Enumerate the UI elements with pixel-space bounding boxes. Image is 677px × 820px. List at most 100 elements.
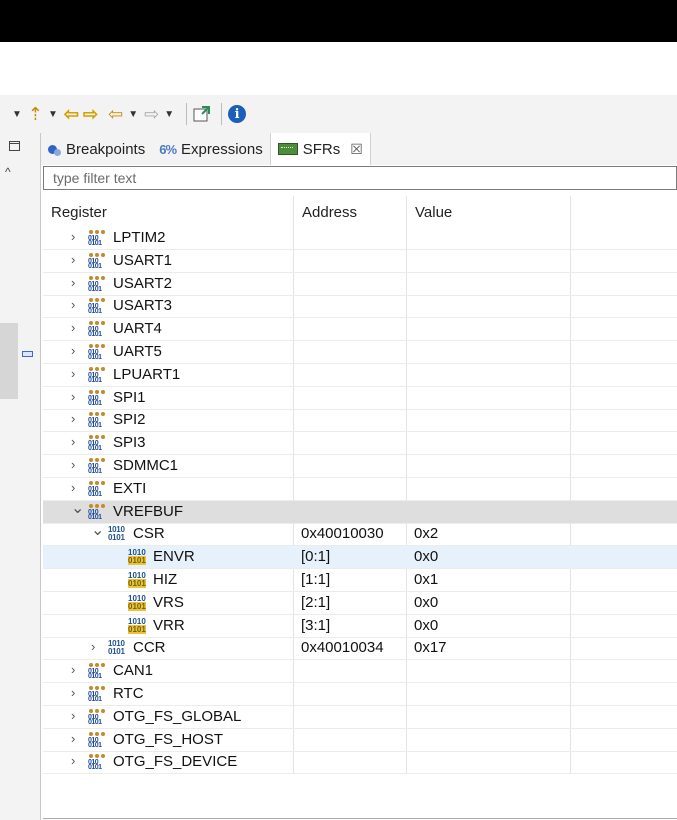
expand-icon[interactable]: › bbox=[71, 252, 75, 267]
expand-icon[interactable]: › bbox=[71, 229, 75, 244]
register-name: LPUART1 bbox=[113, 365, 181, 383]
table-row[interactable]: › 010 0101 USART1 bbox=[43, 250, 677, 273]
debug-toolbar: ▼ ⇡ ▼ ⇦ ⇨ ⇦ ▼ ⇨ ▼ i bbox=[0, 95, 677, 133]
toolbar-separator bbox=[186, 103, 188, 125]
table-row[interactable]: › 010 0101 OTG_FS_GLOBAL bbox=[43, 706, 677, 729]
table-row[interactable]: 1010 0101 VRS [2:1] 0x0 bbox=[43, 592, 677, 615]
restore-icon[interactable] bbox=[9, 141, 20, 151]
table-row[interactable]: › 1010 0101 CCR 0x40010034 0x17 bbox=[43, 637, 677, 661]
table-row[interactable]: 1010 0101 VRR [3:1] 0x0 bbox=[43, 615, 677, 638]
table-row[interactable]: › 010 0101 LPUART1 bbox=[43, 364, 677, 387]
register-address: 0x40010034 bbox=[301, 639, 384, 657]
register-address: [3:1] bbox=[301, 616, 331, 634]
register-value[interactable]: 0x0 bbox=[414, 548, 438, 565]
expand-icon[interactable]: › bbox=[71, 275, 75, 290]
peripheral-icon: 010 0101 bbox=[88, 731, 106, 752]
register-value[interactable]: 0x17 bbox=[414, 639, 447, 656]
step-into-icon[interactable]: ⇡ bbox=[28, 102, 43, 126]
expand-icon[interactable]: › bbox=[91, 639, 95, 654]
register-name: USART2 bbox=[113, 274, 172, 292]
peripheral-icon: 010 0101 bbox=[88, 663, 106, 683]
table-row[interactable]: › 010 0101 EXTI bbox=[43, 478, 677, 501]
table-row[interactable]: › 010 0101 UART4 bbox=[43, 318, 677, 342]
step-over-icon[interactable]: ⇨ bbox=[83, 102, 98, 126]
register-value[interactable]: 0x0 bbox=[414, 594, 438, 611]
column-header-value[interactable]: Value bbox=[415, 204, 452, 221]
table-row[interactable]: › 010 0101 SPI3 bbox=[43, 432, 677, 456]
tab-label: Expressions bbox=[181, 140, 263, 158]
column-header-address[interactable]: Address bbox=[302, 204, 357, 221]
sfrs-icon bbox=[277, 143, 298, 155]
peripheral-icon: 010 0101 bbox=[88, 344, 106, 364]
peripheral-icon: 010 0101 bbox=[88, 458, 106, 478]
chevron-down-icon[interactable]: ▼ bbox=[12, 109, 22, 120]
back-icon[interactable]: ⇦ bbox=[108, 102, 123, 126]
info-icon[interactable]: i bbox=[228, 105, 247, 123]
table-row[interactable]: › 010 0101 OTG_FS_HOST bbox=[43, 729, 677, 752]
table-row[interactable]: › 010 0101 USART3 bbox=[43, 295, 677, 319]
table-row[interactable]: 1010 0101 ENVR [0:1] 0x0 bbox=[43, 546, 677, 570]
chevron-down-icon[interactable]: ▼ bbox=[164, 109, 174, 120]
expand-icon[interactable]: › bbox=[71, 457, 75, 472]
register-name: ENVR bbox=[153, 548, 195, 566]
table-row[interactable]: › 010 0101 LPTIM2 bbox=[43, 227, 677, 250]
tab-expressions[interactable]: 6% Expressions bbox=[152, 133, 270, 165]
register-name: SPI1 bbox=[113, 388, 146, 406]
forward-icon[interactable]: ⇨ bbox=[144, 102, 159, 126]
table-row[interactable]: › 010 0101 USART2 bbox=[43, 273, 677, 296]
table-row[interactable]: › 010 0101 SPI2 bbox=[43, 409, 677, 433]
register-name: OTG_FS_GLOBAL bbox=[113, 707, 242, 725]
expand-icon[interactable]: › bbox=[71, 343, 75, 358]
field-icon: 1010 0101 bbox=[128, 616, 146, 634]
register-name: USART3 bbox=[113, 297, 172, 315]
register-value[interactable]: 0x1 bbox=[414, 571, 438, 588]
register-name: CCR bbox=[133, 639, 166, 657]
peripheral-icon: 010 0101 bbox=[88, 298, 106, 318]
chevron-down-icon[interactable]: ▼ bbox=[48, 109, 58, 120]
tab-sfrs[interactable]: SFRs ☒ bbox=[269, 133, 371, 165]
step-return-icon[interactable]: ⇦ bbox=[64, 102, 79, 126]
expand-icon[interactable]: › bbox=[71, 753, 75, 768]
table-row[interactable]: ⌄ 1010 0101 CSR 0x40010030 0x2 bbox=[43, 520, 677, 547]
table-row[interactable]: › 010 0101 SPI1 bbox=[43, 387, 677, 410]
column-header-register[interactable]: Register bbox=[51, 204, 107, 221]
register-name: UART5 bbox=[113, 343, 162, 360]
expand-icon[interactable]: › bbox=[71, 389, 75, 404]
register-value[interactable]: 0x0 bbox=[414, 617, 438, 634]
collapse-icon[interactable]: ⌄ bbox=[71, 498, 84, 518]
scrollbar-thumb[interactable] bbox=[0, 323, 18, 399]
menu-area bbox=[0, 42, 677, 95]
expand-icon[interactable]: › bbox=[71, 320, 75, 335]
table-row[interactable]: › 010 0101 RTC bbox=[43, 683, 677, 706]
table-row[interactable]: › 010 0101 CAN1 bbox=[43, 660, 677, 684]
chevron-down-icon[interactable]: ▼ bbox=[128, 109, 138, 120]
register-value[interactable]: 0x2 bbox=[414, 525, 438, 542]
table-row[interactable]: › 010 0101 UART5 bbox=[43, 341, 677, 364]
expand-icon[interactable]: › bbox=[71, 662, 75, 677]
table-row[interactable]: › 010 0101 OTG_FS_DEVICE bbox=[43, 751, 677, 775]
expand-icon[interactable]: › bbox=[71, 731, 75, 746]
expand-icon[interactable]: › bbox=[71, 708, 75, 723]
table-row[interactable]: ⌄ 010 0101 VREFBUF bbox=[43, 498, 677, 524]
peripheral-icon: 010 0101 bbox=[88, 708, 106, 729]
expand-icon[interactable]: › bbox=[71, 366, 75, 381]
table-row[interactable]: › 010 0101 SDMMC1 bbox=[43, 455, 677, 478]
filter-input[interactable] bbox=[51, 167, 675, 189]
breakpoints-icon bbox=[48, 143, 61, 156]
filter-field bbox=[43, 166, 677, 190]
table-row[interactable]: 1010 0101 HIZ [1:1] 0x1 bbox=[43, 569, 677, 592]
tab-breakpoints[interactable]: Breakpoints bbox=[41, 133, 152, 165]
expressions-icon: 6% bbox=[159, 141, 177, 157]
register-name: SPI3 bbox=[113, 434, 146, 452]
expand-icon[interactable]: › bbox=[71, 685, 75, 700]
expand-icon[interactable]: › bbox=[71, 411, 75, 426]
expand-icon[interactable]: › bbox=[71, 434, 75, 449]
close-icon[interactable]: ☒ bbox=[350, 141, 363, 158]
chevron-up-icon[interactable]: ^ bbox=[5, 165, 11, 179]
collapse-icon[interactable]: ⌄ bbox=[91, 520, 104, 540]
new-view-icon[interactable] bbox=[193, 102, 211, 126]
register-name: VRR bbox=[153, 616, 185, 634]
expand-icon[interactable]: › bbox=[71, 480, 75, 495]
expand-icon[interactable]: › bbox=[71, 297, 75, 312]
register-name: HIZ bbox=[153, 571, 178, 588]
